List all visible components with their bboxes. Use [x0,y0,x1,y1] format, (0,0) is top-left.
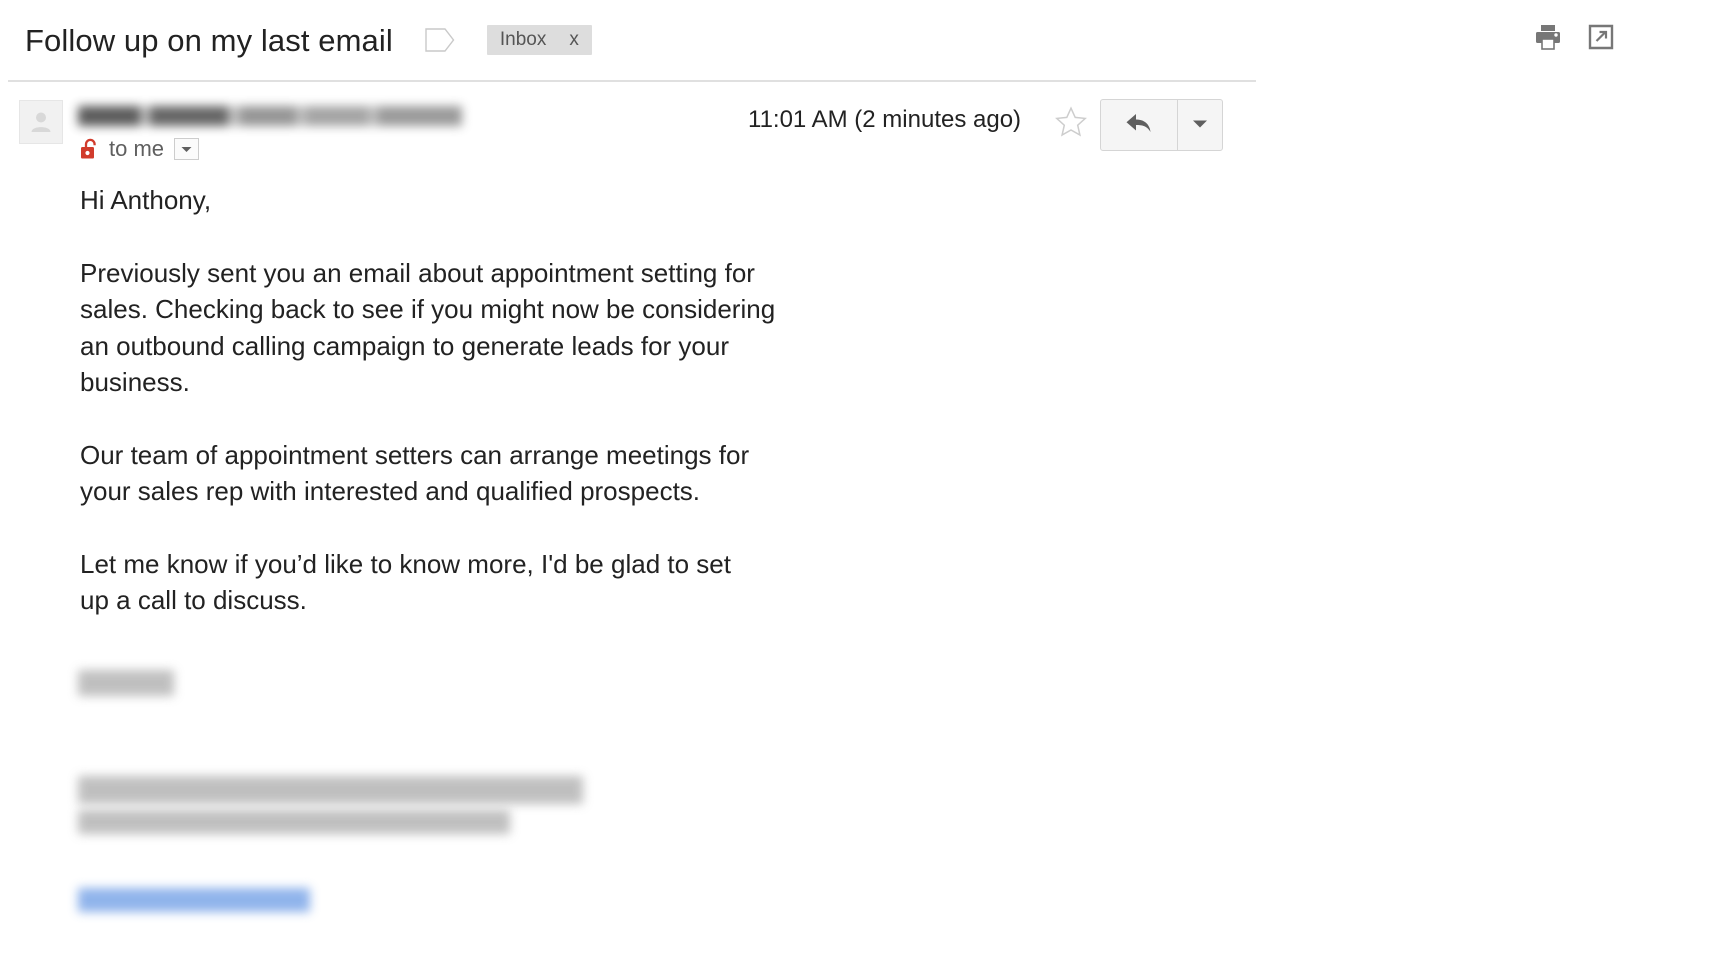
print-icon[interactable] [1534,24,1562,50]
signature-link-redacted[interactable] [78,888,310,912]
red-open-padlock-icon [80,138,99,160]
body-paragraph-2: Our team of appointment setters can arra… [80,439,750,507]
star-outline-icon[interactable] [1054,105,1088,139]
subject-header-row: Follow up on my last email Inbox x [0,0,1260,80]
avatar[interactable] [19,100,63,144]
open-in-new-window-icon[interactable] [1588,24,1614,50]
caret-down-icon [1192,116,1208,134]
message-header-row: to me 11:01 AM (2 minutes ago) [0,95,1260,175]
sender-name-redacted [78,106,462,126]
reply-button-group [1100,99,1223,151]
label-chip-inbox-text: Inbox [499,29,547,50]
reply-arrow-icon [1124,110,1154,141]
body-paragraph-3: Let me know if you’d like to know more, … [80,548,731,616]
body-paragraph-1: Previously sent you an email about appoi… [80,257,776,398]
chevron-down-icon [181,140,192,158]
body-greeting: Hi Anthony, [80,185,212,215]
reply-button[interactable] [1101,100,1178,150]
page-title: Follow up on my last email [25,22,393,58]
person-placeholder-icon [28,109,54,135]
signature-redacted-line-3 [78,810,510,834]
recipient-label: to me [109,136,165,161]
recipient-row: to me [80,136,200,162]
label-chip-inbox-remove[interactable]: x [569,29,579,51]
message-timestamp: 11:01 AM (2 minutes ago) [748,106,1022,133]
recipient-details-toggle[interactable] [174,138,200,160]
label-chip-inbox[interactable]: Inbox x [486,25,592,55]
more-options-button[interactable] [1178,100,1222,150]
header-divider [8,80,1256,82]
label-tag-icon[interactable] [425,28,455,52]
signature-redacted-line-2 [78,776,583,804]
email-body: Hi Anthony, Previously sent you an email… [80,182,1030,619]
header-action-icons [1534,24,1614,50]
signature-redacted-line-1 [78,670,174,696]
